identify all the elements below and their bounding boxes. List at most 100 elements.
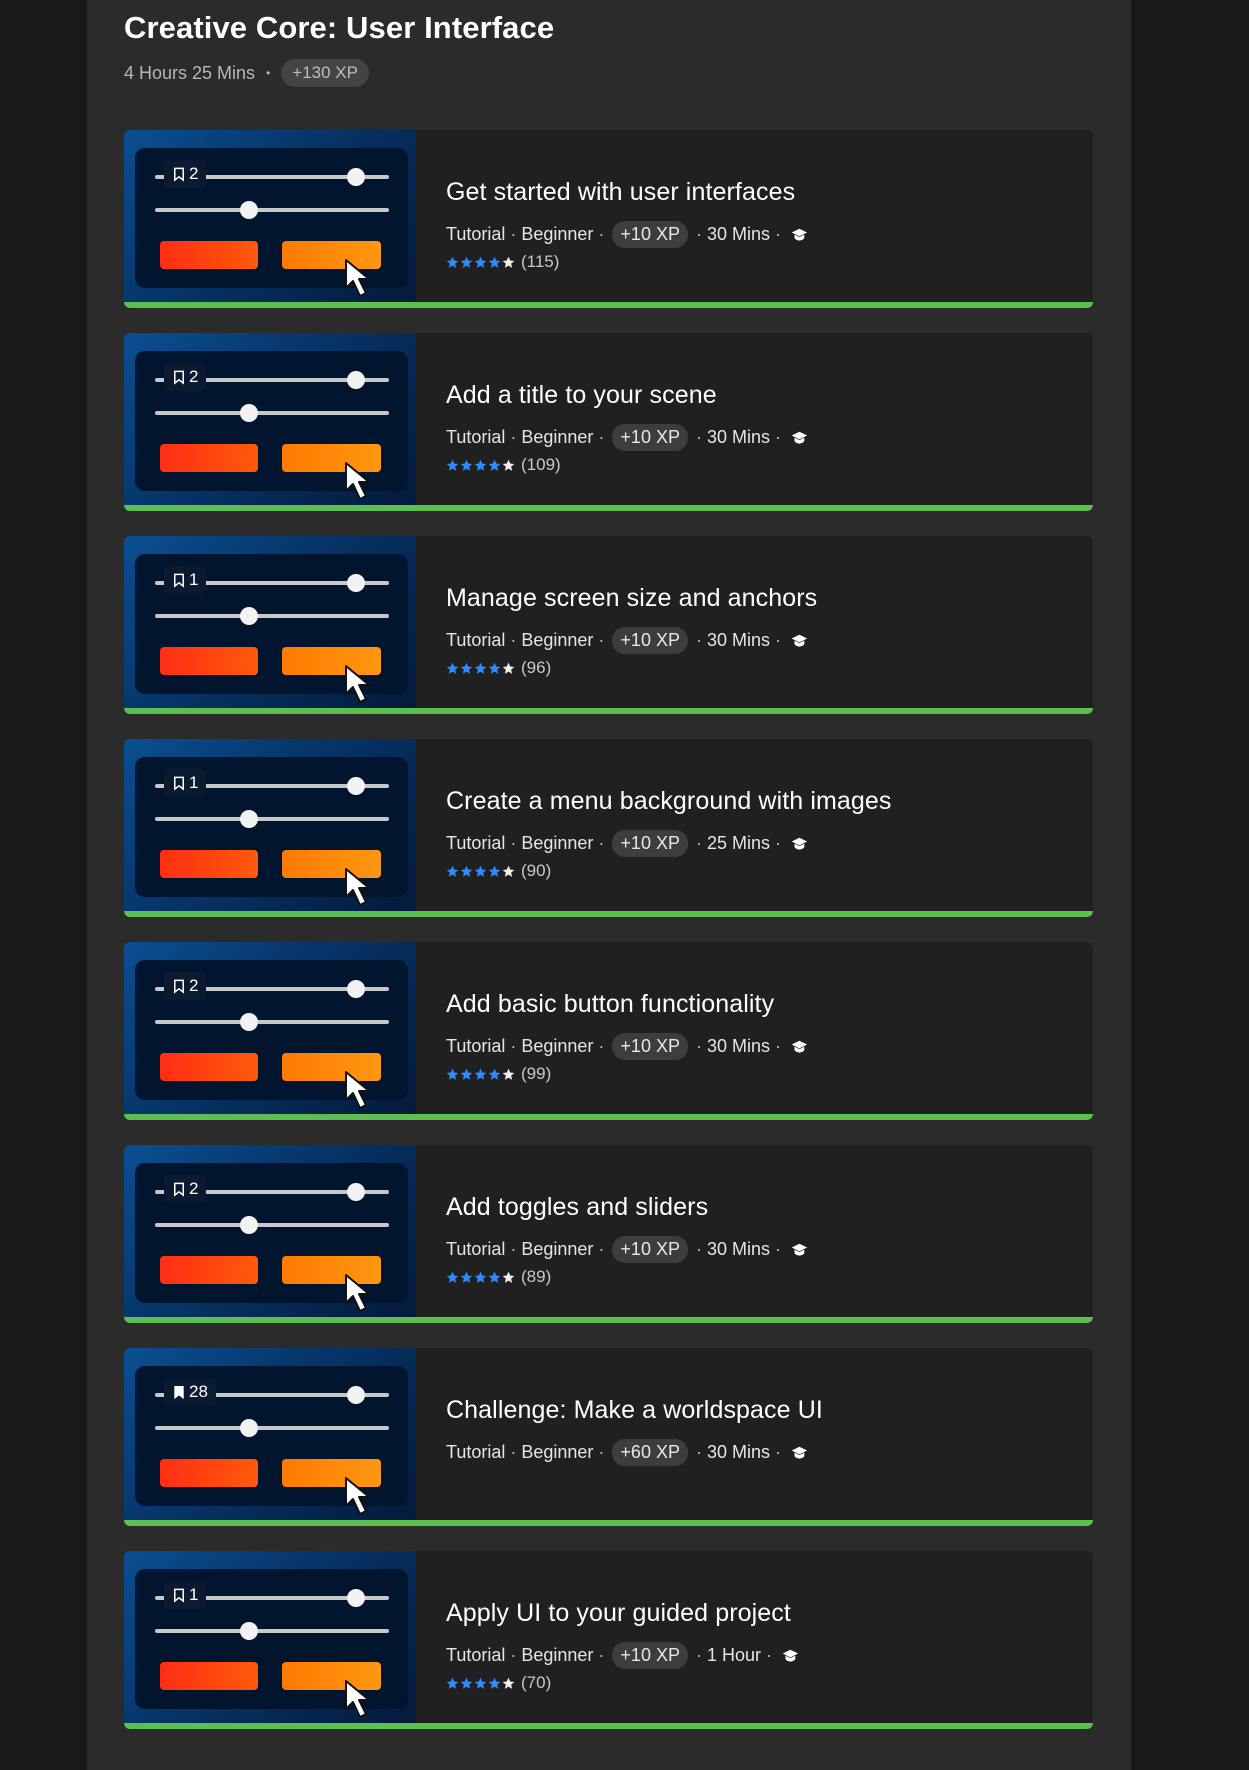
lesson-rating: (70) xyxy=(446,1673,799,1693)
cursor-icon xyxy=(345,462,370,500)
lesson-card[interactable]: 2 Add basic button functionality Tutoria… xyxy=(124,942,1093,1120)
star-icon xyxy=(460,256,473,269)
rating-stars xyxy=(446,865,515,878)
lesson-meta: Tutorial · Beginner · +10 XP · 30 Mins · xyxy=(446,424,808,451)
lesson-progress-bar xyxy=(124,302,1093,308)
lesson-level: Beginner xyxy=(521,427,594,447)
lesson-info: Add a title to your scene Tutorial · Beg… xyxy=(446,381,808,475)
thumbnail-slider-knob xyxy=(240,810,258,828)
thumbnail-slider-knob xyxy=(240,1216,258,1234)
course-page: Creative Core: User Interface 4 Hours 25… xyxy=(87,0,1131,1770)
lesson-xp-badge: +10 XP xyxy=(612,1236,688,1263)
star-icon xyxy=(446,459,459,472)
lesson-type: Tutorial xyxy=(446,1442,506,1462)
star-icon xyxy=(488,1271,501,1284)
meta-dot: · xyxy=(695,224,702,244)
bookmark-icon xyxy=(172,370,186,385)
meta-dot: · xyxy=(510,1036,517,1056)
thumbnail-slider-knob xyxy=(347,574,365,592)
cursor-icon xyxy=(345,1274,370,1312)
lesson-thumbnail: 2 xyxy=(124,942,416,1114)
lesson-progress-bar xyxy=(124,1723,1093,1729)
lesson-card[interactable]: 1 Manage screen size and anchors Tutoria… xyxy=(124,536,1093,714)
cursor-icon xyxy=(345,1680,370,1718)
meta-dot: · xyxy=(775,427,781,447)
star-icon xyxy=(460,459,473,472)
bookmark-count: 28 xyxy=(189,1382,208,1401)
lesson-title[interactable]: Challenge: Make a worldspace UI xyxy=(446,1396,823,1425)
lesson-xp-badge: +10 XP xyxy=(612,1033,688,1060)
lesson-type: Tutorial xyxy=(446,1239,506,1259)
lesson-card[interactable]: 1 Create a menu background with images T… xyxy=(124,739,1093,917)
lesson-card[interactable]: 1 Apply UI to your guided project Tutori… xyxy=(124,1551,1093,1729)
thumbnail-red-button xyxy=(160,1256,258,1284)
meta-dot: · xyxy=(598,630,605,650)
bookmark-count: 1 xyxy=(189,1585,199,1604)
lesson-info: Apply UI to your guided project Tutorial… xyxy=(446,1599,799,1693)
meta-dot: · xyxy=(775,630,781,650)
star-icon xyxy=(502,865,515,878)
lesson-title[interactable]: Add a title to your scene xyxy=(446,381,808,410)
lesson-card[interactable]: 28 Challenge: Make a worldspace UI Tutor… xyxy=(124,1348,1093,1526)
star-icon xyxy=(488,1068,501,1081)
lesson-info: Challenge: Make a worldspace UI Tutorial… xyxy=(446,1396,823,1466)
star-icon xyxy=(488,865,501,878)
lesson-title[interactable]: Get started with user interfaces xyxy=(446,178,808,207)
lesson-card[interactable]: 2 Add a title to your scene Tutorial · B… xyxy=(124,333,1093,511)
meta-dot: · xyxy=(598,833,605,853)
bookmark-count-badge: 2 xyxy=(164,972,207,1000)
thumbnail-slider-knob xyxy=(347,371,365,389)
star-icon xyxy=(460,1068,473,1081)
meta-dot: · xyxy=(510,1239,517,1259)
course-xp-badge: +130 XP xyxy=(281,59,369,87)
lesson-level: Beginner xyxy=(521,833,594,853)
thumbnail-red-button xyxy=(160,1459,258,1487)
lesson-type: Tutorial xyxy=(446,630,506,650)
bookmark-icon xyxy=(172,1385,186,1400)
meta-dot: · xyxy=(510,833,517,853)
cursor-icon xyxy=(345,868,370,906)
graduation-cap-icon xyxy=(791,431,808,445)
lesson-duration: 30 Mins xyxy=(706,224,770,244)
bookmark-count: 2 xyxy=(189,976,199,995)
lesson-title[interactable]: Add toggles and sliders xyxy=(446,1193,808,1222)
star-icon xyxy=(488,459,501,472)
lesson-list: 2 Get started with user interfaces Tutor… xyxy=(124,130,1093,1754)
star-icon xyxy=(502,1677,515,1690)
lesson-title[interactable]: Manage screen size and anchors xyxy=(446,584,817,613)
bookmark-icon xyxy=(172,979,186,994)
lesson-rating: (96) xyxy=(446,658,817,678)
rating-stars xyxy=(446,662,515,675)
meta-dot: · xyxy=(695,1442,702,1462)
course-duration: 4 Hours 25 Mins xyxy=(124,62,256,83)
rating-count: (109) xyxy=(521,455,561,474)
lesson-rating: (90) xyxy=(446,861,892,881)
lesson-type: Tutorial xyxy=(446,427,506,447)
lesson-info: Manage screen size and anchors Tutorial … xyxy=(446,584,817,678)
lesson-progress-bar xyxy=(124,1520,1093,1526)
thumbnail-red-button xyxy=(160,1053,258,1081)
rating-count: (90) xyxy=(521,861,552,880)
lesson-title[interactable]: Add basic button functionality xyxy=(446,990,808,1019)
star-icon xyxy=(502,662,515,675)
bookmark-icon xyxy=(172,167,186,182)
lesson-meta: Tutorial · Beginner · +10 XP · 30 Mins · xyxy=(446,627,817,654)
graduation-cap-icon xyxy=(782,1649,799,1663)
lesson-card[interactable]: 2 Add toggles and sliders Tutorial · Beg… xyxy=(124,1145,1093,1323)
meta-dot: · xyxy=(510,1442,517,1462)
lesson-title[interactable]: Apply UI to your guided project xyxy=(446,1599,799,1628)
lesson-xp-badge: +60 XP xyxy=(612,1439,688,1466)
lesson-progress-bar xyxy=(124,911,1093,917)
lesson-thumbnail: 2 xyxy=(124,1145,416,1317)
lesson-info: Create a menu background with images Tut… xyxy=(446,787,892,881)
lesson-title[interactable]: Create a menu background with images xyxy=(446,787,892,816)
lesson-level: Beginner xyxy=(521,224,594,244)
meta-dot: · xyxy=(695,1645,702,1665)
star-icon xyxy=(474,662,487,675)
lesson-card[interactable]: 2 Get started with user interfaces Tutor… xyxy=(124,130,1093,308)
rating-stars xyxy=(446,459,515,472)
thumbnail-slider-knob xyxy=(347,1183,365,1201)
lesson-meta: Tutorial · Beginner · +10 XP · 30 Mins · xyxy=(446,1236,808,1263)
star-icon xyxy=(488,662,501,675)
thumbnail-slider-knob xyxy=(240,1419,258,1437)
